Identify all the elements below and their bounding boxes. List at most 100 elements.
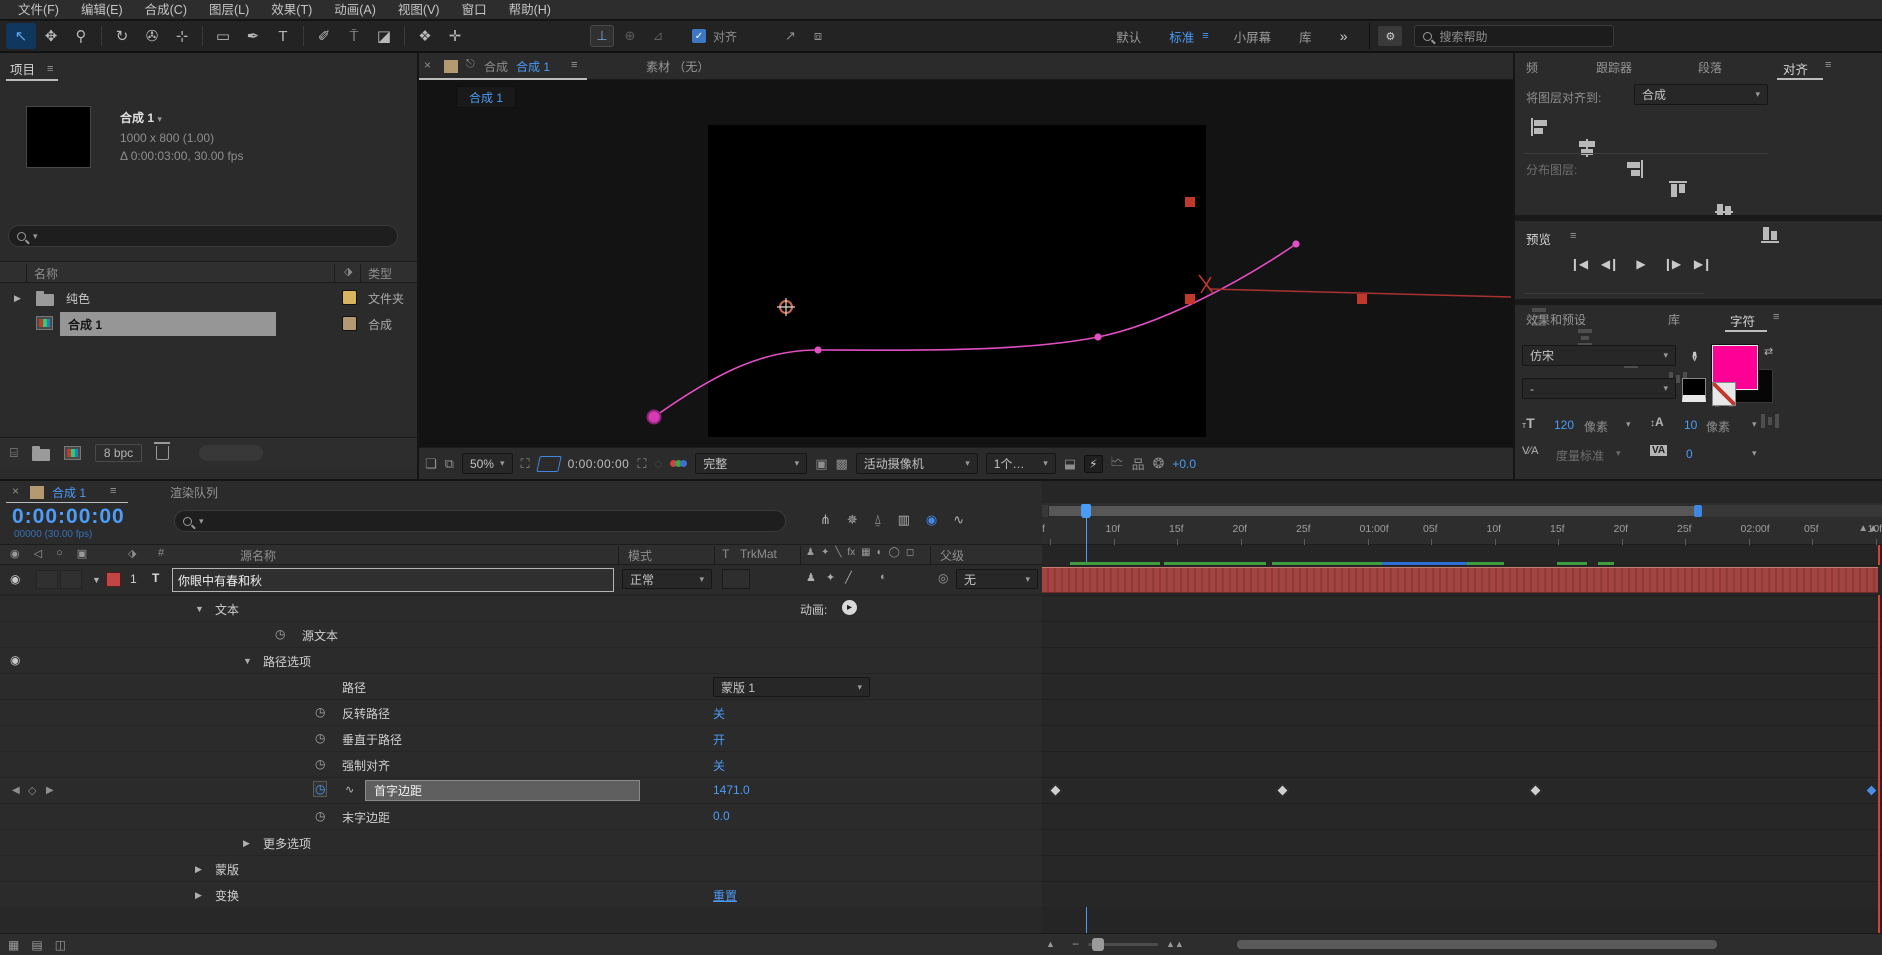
align-right-button[interactable] [1622, 159, 1644, 180]
prev-frame-button[interactable]: ◀❙ [1596, 253, 1623, 275]
align-to-dropdown[interactable]: 合成 ▾ [1634, 84, 1768, 105]
frame-blend-icon[interactable]: ▥ [898, 512, 910, 528]
menu-item[interactable]: 文件(F) [8, 0, 69, 20]
stopwatch-icon[interactable]: ◷ [315, 757, 325, 771]
group-expander-icon[interactable]: ▼ [195, 604, 204, 614]
mode-column-header[interactable]: 模式 [628, 547, 652, 564]
align-panel-menu-icon[interactable]: ≡ [1825, 59, 1832, 71]
kerning-value[interactable]: 度量标准 [1556, 447, 1604, 464]
leading-value[interactable]: 10 [1684, 418, 1697, 432]
label-color-chip[interactable] [342, 316, 357, 331]
mask-visibility-icon[interactable] [535, 455, 562, 472]
pixel-aspect-correction-icon[interactable]: ⬓ [1064, 456, 1076, 472]
property-row-变换[interactable]: ▶ 变换 重置 [0, 881, 1042, 907]
audio-column-icon[interactable]: ◁ [34, 547, 42, 560]
preview-panel-menu-icon[interactable]: ≡ [1570, 230, 1577, 242]
menu-item[interactable]: 编辑(E) [71, 0, 133, 20]
timeline-tab-close-icon[interactable]: × [12, 484, 19, 498]
pen-tool-icon[interactable]: ✒ [238, 23, 268, 49]
next-keyframe-icon[interactable]: ▶ [46, 785, 54, 796]
font-style-dropdown[interactable]: - ▾ [1522, 378, 1676, 399]
mini-flowchart-icon[interactable]: ⋔ [820, 512, 831, 528]
align-left-button[interactable] [1530, 117, 1552, 138]
zoom-in-mountain-icon[interactable]: ▲▲ [1166, 939, 1184, 949]
preview-panel-tab[interactable]: 预览 [1526, 229, 1551, 248]
menu-item[interactable]: 动画(A) [324, 0, 386, 20]
distribute-right-button[interactable] [1760, 412, 1782, 433]
puppet-pin-tool-icon[interactable]: ✛ [440, 23, 470, 49]
property-eye-icon[interactable]: ◉ [10, 653, 20, 667]
group-expander-icon[interactable]: ▶ [195, 864, 202, 875]
property-row-反转路径[interactable]: ◷ 反转路径 关 [0, 699, 1042, 725]
bit-depth-button[interactable]: 8 bpc [94, 443, 143, 462]
source-name-column-header[interactable]: 源名称 [240, 547, 276, 564]
work-area-bar[interactable] [1048, 505, 1702, 517]
panel-tab-库[interactable]: 库 [1668, 311, 1680, 328]
shared-view-icon[interactable]: ↗ [785, 28, 796, 44]
panel-tab-效果和预设[interactable]: 效果和预设 [1526, 311, 1586, 328]
viewer-tab-name[interactable]: 合成 1 [516, 58, 550, 75]
viewer-timecode[interactable]: 0:00:00:00 [568, 457, 630, 471]
layer-blend-icon[interactable]: ◐ [880, 571, 887, 583]
track-row[interactable] [1042, 699, 1882, 725]
graph-editor-icon[interactable]: ∿ [953, 512, 964, 528]
trkmat-t-header[interactable]: T [722, 547, 729, 561]
workspace-overflow-button[interactable]: » [1326, 28, 1362, 44]
align-top-button[interactable] [1668, 180, 1690, 201]
property-value[interactable]: 开 [713, 731, 725, 748]
rotation-tool-icon[interactable]: ↻ [107, 23, 137, 49]
keyframe-diamond[interactable] [1529, 784, 1542, 797]
label-column-header-icon[interactable]: ⬗ [344, 265, 352, 278]
layer-audio-toggle[interactable] [36, 570, 58, 589]
group-expander-icon[interactable]: ▶ [195, 890, 202, 901]
draft-3d-icon[interactable]: ✵ [847, 512, 858, 528]
local-axis-mode-icon[interactable]: ⊥ [590, 25, 614, 47]
menu-item[interactable]: 图层(L) [199, 0, 259, 20]
layer-solo-toggle[interactable] [60, 570, 82, 589]
zoom-out-icon[interactable]: − [1072, 937, 1079, 951]
property-row-源文本[interactable]: ◷ 源文本 [0, 621, 1042, 647]
track-row[interactable] [1042, 725, 1882, 751]
exposure-shutter-icon[interactable]: ❂ [1153, 455, 1165, 472]
reset-view-icon[interactable]: ⧈ [814, 28, 822, 44]
parent-column-header[interactable]: 父级 [940, 547, 964, 564]
track-row[interactable] [1042, 673, 1882, 699]
footage-tab[interactable]: 素材 （无） [646, 58, 709, 75]
swap-fill-stroke-icon[interactable]: ⇄ [1764, 345, 1773, 358]
show-snapshot-icon[interactable]: ◌ [654, 456, 662, 471]
timeline-search-box[interactable]: ▾ [174, 510, 786, 532]
workspace-tab-标准[interactable]: 标准 [1155, 27, 1208, 46]
video-column-icon[interactable]: ◉ [10, 547, 20, 560]
play-button[interactable]: ▶ [1627, 253, 1654, 275]
keyframe-diamond[interactable] [1049, 784, 1062, 797]
viewer-tab-lock-icon[interactable]: ⎋ [466, 58, 475, 71]
track-row[interactable] [1042, 855, 1882, 881]
eyedropper-icon[interactable]: ✒ [1685, 351, 1702, 363]
font-size-value[interactable]: 120 [1554, 418, 1574, 432]
stopwatch-icon[interactable]: ◷ [275, 627, 285, 641]
track-row[interactable] [1042, 803, 1882, 829]
menu-item[interactable]: 视图(V) [388, 0, 450, 20]
type-column-header[interactable]: 类型 [368, 265, 392, 282]
comp-flag-caret-icon[interactable]: ▾ [157, 114, 162, 124]
clone-stamp-tool-icon[interactable]: ⍑ [339, 23, 369, 49]
project-row[interactable]: ▶ 纯色 文件夹 [0, 285, 417, 311]
right-tab-跟踪器[interactable]: 跟踪器 [1596, 59, 1632, 76]
character-panel-menu-icon[interactable]: ≡ [1773, 311, 1780, 323]
current-timecode[interactable]: 0:00:00:00 [12, 505, 125, 529]
property-value[interactable]: 1471.0 [713, 783, 750, 797]
switch-column-icon[interactable]: ♟ [806, 547, 815, 558]
pane-toggle-icon[interactable]: ▦ [8, 938, 19, 952]
layer-switch-icon[interactable]: ♟ [806, 571, 816, 584]
project-row[interactable]: 合成 1 合成 [0, 311, 417, 337]
right-tab-对齐[interactable]: 对齐 [1783, 59, 1808, 78]
leading-caret-icon[interactable]: ▾ [1752, 419, 1757, 430]
panel-tab-字符[interactable]: 字符 [1730, 311, 1755, 330]
switch-column-icon[interactable]: ◯ [889, 547, 900, 558]
layer-trkmat-dropdown[interactable] [722, 569, 750, 589]
menu-item[interactable]: 效果(T) [261, 0, 322, 20]
property-value[interactable]: 关 [713, 705, 725, 722]
type-tool-icon[interactable]: T [268, 23, 298, 49]
layer-video-eye-icon[interactable]: ◉ [10, 572, 20, 586]
label-column-icon[interactable]: ⬗ [128, 547, 136, 560]
